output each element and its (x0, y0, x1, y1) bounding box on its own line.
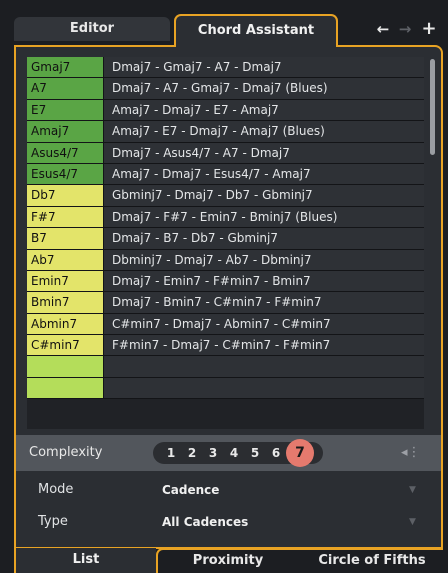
chord-row[interactable]: Bmin7 Dmaj7 - Bmin7 - C#min7 - F#min7 (27, 292, 424, 314)
complexity-level-7-selected[interactable]: 7 (286, 439, 314, 467)
chord-name: C#min7 (27, 335, 104, 356)
more-options-icon[interactable]: ◂⋮ (401, 435, 421, 471)
complexity-label: Complexity (29, 445, 103, 460)
type-field[interactable]: Type All Cadences ▼ (16, 507, 441, 537)
chevron-down-icon[interactable]: ▼ (409, 475, 416, 505)
chord-name: Gmaj7 (27, 57, 104, 78)
complexity-level-5[interactable]: 5 (246, 442, 264, 464)
forward-arrow-icon[interactable]: → (394, 17, 416, 41)
chord-name (27, 356, 104, 377)
chord-progression (104, 356, 424, 377)
complexity-level-2[interactable]: 2 (183, 442, 201, 464)
chord-progression: Dbminj7 - Dmaj7 - Ab7 - Dbminj7 (104, 249, 424, 270)
mode-field[interactable]: Mode Cadence ▼ (16, 475, 441, 505)
bottom-tab-group: Proximity Circle of Fifths (156, 548, 443, 573)
chord-progression: Amaj7 - E7 - Dmaj7 - Amaj7 (Blues) (104, 121, 424, 142)
chord-row[interactable]: F#7 Dmaj7 - F#7 - Emin7 - Bminj7 (Blues) (27, 206, 424, 229)
chord-progression: Dmaj7 - F#7 - Emin7 - Bminj7 (Blues) (104, 206, 424, 228)
chord-progression: Dmaj7 - Bmin7 - C#min7 - F#min7 (104, 292, 424, 313)
chord-progression: F#min7 - Dmaj7 - C#min7 - F#min7 (104, 335, 424, 356)
chord-row[interactable]: E7 Amaj7 - Dmaj7 - E7 - Amaj7 (27, 99, 424, 122)
chord-name: Db7 (27, 185, 104, 206)
chevron-down-icon[interactable]: ▼ (409, 507, 416, 537)
mode-label: Mode (38, 482, 74, 497)
chord-assistant-panel: Gmaj7 Dmaj7 - Gmaj7 - A7 - Dmaj7 A7 Dmaj7 -… (14, 45, 443, 549)
chord-progression: C#min7 - Dmaj7 - Abmin7 - C#min7 (104, 313, 424, 335)
chord-row[interactable]: Asus4/7 Dmaj7 - Asus4/7 - A7 - Dmaj7 (27, 142, 424, 164)
add-icon[interactable]: + (418, 17, 440, 41)
tab-circle-of-fifths[interactable]: Circle of Fifths (302, 550, 442, 572)
chord-name: Bmin7 (27, 292, 104, 313)
chord-row[interactable]: Ab7 Dbminj7 - Dmaj7 - Ab7 - Dbminj7 (27, 249, 424, 271)
complexity-level-4[interactable]: 4 (225, 442, 243, 464)
chord-name: F#7 (27, 206, 104, 228)
chord-row[interactable]: Esus4/7 Amaj7 - Dmaj7 - Esus4/7 - Amaj7 (27, 163, 424, 186)
list-scrollbar[interactable] (430, 59, 435, 155)
chord-row[interactable] (27, 377, 424, 400)
chord-progression: Amaj7 - Dmaj7 - Esus4/7 - Amaj7 (104, 163, 424, 185)
chord-row[interactable]: B7 Dmaj7 - B7 - Db7 - Gbminj7 (27, 228, 424, 250)
chord-progression: Gbminj7 - Dmaj7 - Db7 - Gbminj7 (104, 185, 424, 206)
chord-name: Amaj7 (27, 121, 104, 142)
tab-editor[interactable]: Editor (14, 17, 170, 41)
chord-name (27, 377, 104, 399)
mode-value[interactable]: Cadence (162, 475, 219, 505)
chord-row[interactable] (27, 356, 424, 378)
chord-name: A7 (27, 78, 104, 99)
chord-row[interactable]: Abmin7 C#min7 - Dmaj7 - Abmin7 - C#min7 (27, 313, 424, 336)
chord-name: Asus4/7 (27, 142, 104, 163)
chord-progression: Dmaj7 - Asus4/7 - A7 - Dmaj7 (104, 142, 424, 163)
chord-progression: Dmaj7 - Emin7 - F#min7 - Bmin7 (104, 270, 424, 292)
chord-progression (104, 377, 424, 399)
complexity-level-3[interactable]: 3 (204, 442, 222, 464)
chord-row[interactable]: Gmaj7 Dmaj7 - Gmaj7 - A7 - Dmaj7 (27, 57, 424, 79)
back-arrow-icon[interactable]: ← (372, 17, 394, 41)
chord-row[interactable]: Emin7 Dmaj7 - Emin7 - F#min7 - Bmin7 (27, 270, 424, 293)
chord-name: B7 (27, 228, 104, 249)
tab-list[interactable]: List (14, 548, 156, 573)
chord-progression: Dmaj7 - B7 - Db7 - Gbminj7 (104, 228, 424, 249)
top-tab-bar: Editor Chord Assistant ← → + (0, 0, 448, 47)
chord-row[interactable]: Db7 Gbminj7 - Dmaj7 - Db7 - Gbminj7 (27, 185, 424, 207)
chord-progression: Dmaj7 - Gmaj7 - A7 - Dmaj7 (104, 57, 424, 78)
chord-row[interactable]: C#min7 F#min7 - Dmaj7 - C#min7 - F#min7 (27, 335, 424, 357)
chord-name: Esus4/7 (27, 163, 104, 185)
tab-proximity[interactable]: Proximity (158, 550, 298, 572)
chord-name: Emin7 (27, 270, 104, 292)
type-label: Type (38, 514, 68, 529)
complexity-level-1[interactable]: 1 (162, 442, 180, 464)
chord-progression: Dmaj7 - A7 - Gmaj7 - Dmaj7 (Blues) (104, 78, 424, 99)
chord-name: E7 (27, 99, 104, 121)
tab-chord-assistant[interactable]: Chord Assistant (174, 14, 338, 47)
chord-name: Ab7 (27, 249, 104, 270)
chord-name: Abmin7 (27, 313, 104, 335)
type-value[interactable]: All Cadences (162, 507, 248, 537)
complexity-level-6[interactable]: 6 (267, 442, 285, 464)
chord-row[interactable]: A7 Dmaj7 - A7 - Gmaj7 - Dmaj7 (Blues) (27, 78, 424, 100)
chord-suggestion-list[interactable]: Gmaj7 Dmaj7 - Gmaj7 - A7 - Dmaj7 A7 Dmaj7 -… (27, 57, 424, 429)
chord-progression: Amaj7 - Dmaj7 - E7 - Amaj7 (104, 99, 424, 121)
chord-row[interactable]: Amaj7 Amaj7 - E7 - Dmaj7 - Amaj7 (Blues) (27, 121, 424, 143)
complexity-bar: Complexity 1 2 3 4 5 6 7 ◂⋮ (16, 435, 441, 471)
